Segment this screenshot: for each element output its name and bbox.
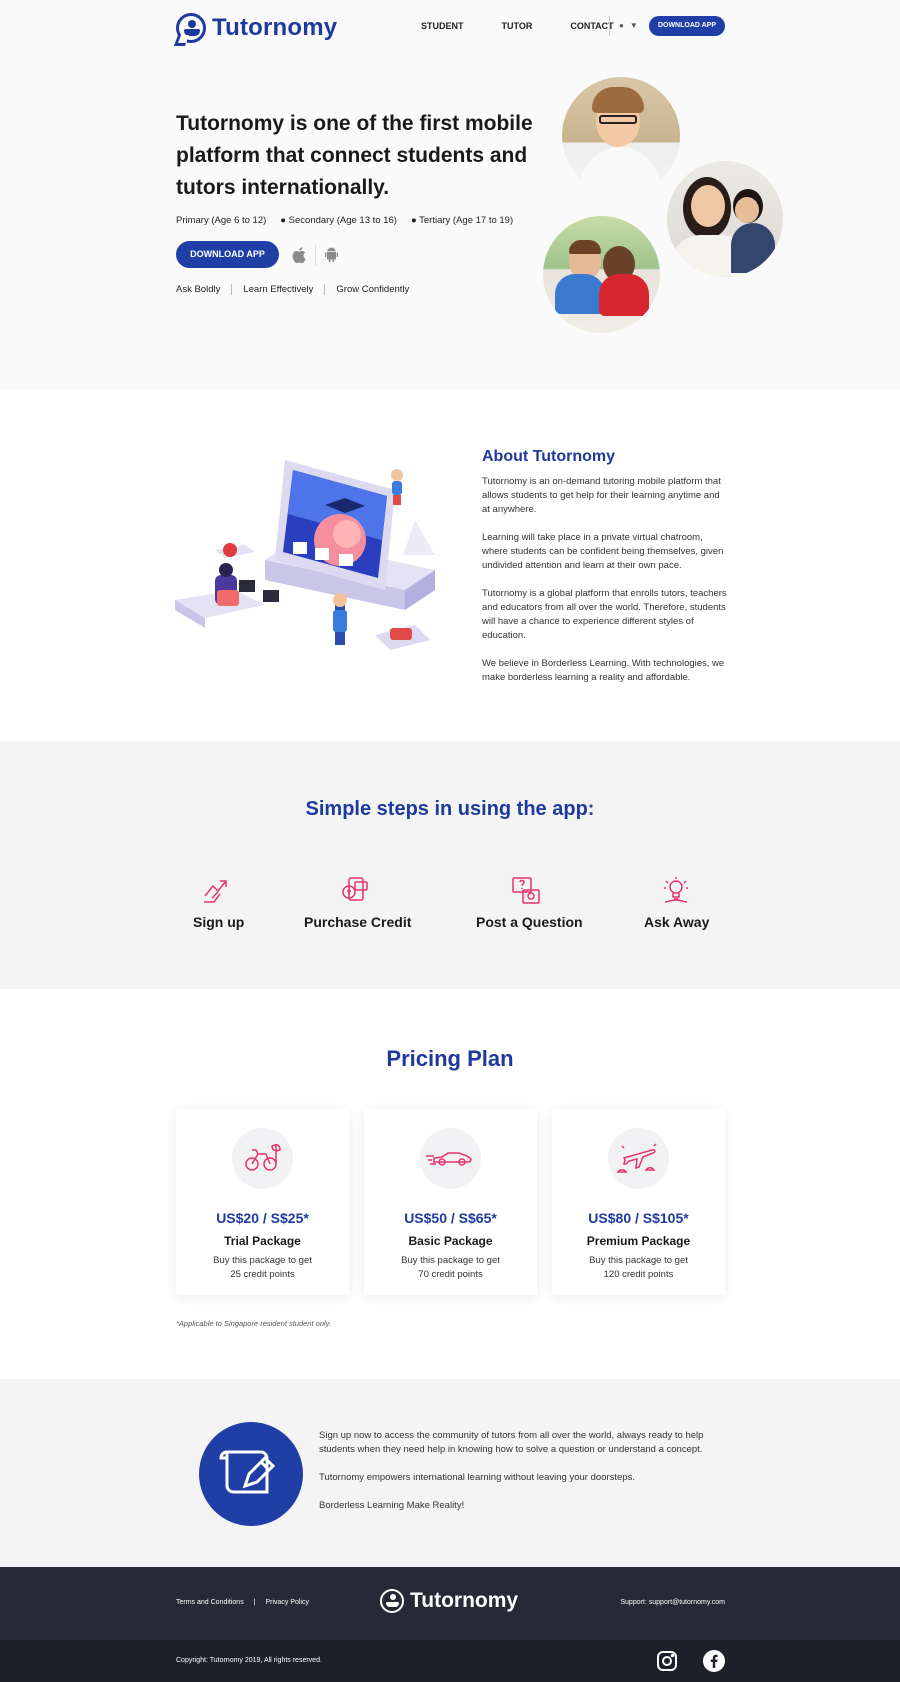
privacy-link[interactable]: Privacy Policy: [265, 1599, 309, 1606]
hero-section: Tutornomy is one of the first mobile pla…: [0, 0, 900, 390]
step-ask-away: Ask Away: [644, 876, 710, 930]
plan-price: US$50 / S$65*: [404, 1210, 497, 1226]
pricing-card-premium[interactable]: US$80 / S$105* Premium Package Buy this …: [552, 1109, 725, 1295]
footer-logo[interactable]: Tutornomy: [380, 1589, 518, 1613]
terms-link[interactable]: Terms and Conditions: [176, 1599, 244, 1606]
tagline-grow: Grow Confidently: [324, 284, 420, 295]
footer-logo-text: Tutornomy: [410, 1589, 519, 1612]
nav-download-button[interactable]: DOWNLOAD APP: [649, 16, 725, 36]
credit-icon: [340, 876, 370, 906]
about-paragraph: Learning will take place in a private vi…: [482, 532, 724, 571]
signup-icon: [202, 876, 232, 906]
cta-paragraph: Sign up now to access the community of t…: [319, 1430, 704, 1455]
nav-os-icons: ● ▼: [619, 21, 644, 30]
plan-name: Trial Package: [224, 1234, 301, 1248]
logo[interactable]: Tutornomy: [176, 13, 337, 43]
nav-divider: [609, 16, 610, 36]
plan-name: Premium Package: [586, 1234, 691, 1248]
pricing-card-basic[interactable]: US$50 / S$65* Basic Package Buy this pac…: [364, 1109, 537, 1295]
car-icon: [420, 1128, 481, 1189]
hero-taglines: Ask Boldly Learn Effectively Grow Confid…: [176, 284, 420, 295]
plan-desc-line: Buy this package to get: [213, 1255, 312, 1266]
student-photo-boy: [562, 77, 680, 195]
level-tertiary: ● Tertiary (Age 17 to 19): [410, 215, 514, 226]
plan-description: Buy this package to get 25 credit points: [176, 1254, 349, 1282]
about-paragraph: Tutornomy is an on-demand tutoring mobil…: [482, 476, 721, 515]
footer-bottom-bar: Copyright: Tutornomy 2019, All rights re…: [0, 1640, 900, 1682]
logo-text: Tutornomy: [212, 14, 338, 41]
signup-form-icon: [199, 1422, 303, 1526]
nav-link-student[interactable]: STUDENT: [421, 21, 464, 31]
level-primary: Primary (Age 6 to 12): [176, 215, 267, 226]
tutoring-illustration: [175, 460, 435, 650]
level-secondary: ● Secondary (Age 13 to 16): [280, 215, 397, 226]
student-photo-pair: [543, 216, 660, 333]
nav-android-icon[interactable]: ▼: [630, 21, 638, 30]
question-icon: [511, 876, 541, 906]
cta-text: Sign up now to access the community of t…: [319, 1429, 719, 1527]
plan-name: Basic Package: [408, 1234, 493, 1248]
apple-icon[interactable]: [292, 247, 306, 266]
step-purchase: Purchase Credit: [304, 876, 412, 930]
cta-section: Sign up now to access the community of t…: [0, 1379, 900, 1567]
plan-description: Buy this package to get 70 credit points: [364, 1254, 537, 1282]
cta-paragraph: Borderless Learning Make Reality!: [319, 1500, 465, 1511]
step-signup: Sign up: [193, 876, 245, 930]
about-paragraph: Tutornomy is a global platform that enro…: [482, 588, 727, 641]
facebook-icon[interactable]: [703, 1650, 725, 1672]
plan-desc-line: Buy this package to get: [589, 1255, 688, 1266]
tagline-learn: Learn Effectively: [231, 284, 324, 295]
step-label: Purchase Credit: [304, 914, 412, 930]
nav-link-contact[interactable]: CONTACT: [570, 21, 613, 31]
steps-section: Simple steps in using the app: Sign up P…: [0, 741, 900, 989]
pricing-title: Pricing Plan: [386, 1046, 514, 1071]
plan-desc-line: Buy this package to get: [401, 1255, 500, 1266]
top-nav: Tutornomy STUDENT TUTOR CONTACT ● ▼ DOWNL…: [0, 0, 900, 55]
about-text: Tutornomy is an on-demand tutoring mobil…: [482, 475, 727, 699]
step-label: Post a Question: [476, 914, 583, 930]
logo-icon: [176, 13, 206, 43]
footer-logo-icon: [380, 1589, 404, 1613]
nav-links: STUDENT TUTOR CONTACT: [421, 21, 652, 31]
os-divider: [315, 244, 316, 266]
footer-link-divider: |: [253, 1599, 256, 1606]
pricing-note: *Applicable to Singapore resident studen…: [176, 1319, 331, 1328]
age-levels: Primary (Age 6 to 12) ● Secondary (Age 1…: [176, 215, 527, 226]
lightbulb-icon: [661, 876, 691, 906]
plan-credits: 25 credit points: [230, 1269, 295, 1280]
footer: Terms and Conditions | Privacy Policy Tu…: [0, 1567, 900, 1640]
hero-download-button[interactable]: DOWNLOAD APP: [176, 241, 279, 268]
plan-credits: 120 credit points: [603, 1269, 674, 1280]
airplane-icon: [608, 1128, 669, 1189]
about-title: About Tutornomy: [482, 448, 616, 465]
step-label: Sign up: [193, 914, 245, 930]
bicycle-icon: [232, 1128, 293, 1189]
footer-links: Terms and Conditions | Privacy Policy: [176, 1599, 317, 1606]
pricing-section: Pricing Plan US$20 / S$25* Trial Package…: [0, 989, 900, 1379]
plan-description: Buy this package to get 120 credit point…: [552, 1254, 725, 1282]
plan-price: US$80 / S$105*: [588, 1210, 689, 1226]
plan-credits: 70 credit points: [418, 1269, 483, 1280]
instagram-icon[interactable]: [656, 1650, 678, 1672]
support-email[interactable]: Support: support@tutornomy.com: [620, 1599, 725, 1606]
about-section: About Tutornomy Tutornomy is an on-deman…: [0, 390, 900, 741]
pricing-card-trial[interactable]: US$20 / S$25* Trial Package Buy this pac…: [176, 1109, 349, 1295]
steps-title: Simple steps in using the app:: [305, 798, 595, 820]
android-icon[interactable]: [325, 247, 338, 265]
student-photo-girl: [667, 161, 783, 277]
cta-paragraph: Tutornomy empowers international learnin…: [319, 1472, 635, 1483]
step-post-question: Post a Question: [476, 876, 583, 930]
nav-apple-icon[interactable]: ●: [619, 21, 624, 30]
plan-price: US$20 / S$25*: [216, 1210, 309, 1226]
about-paragraph: We believe in Borderless Learning. With …: [482, 658, 725, 683]
tagline-ask: Ask Boldly: [176, 284, 221, 295]
copyright: Copyright: Tutornomy 2019, All rights re…: [176, 1657, 322, 1664]
nav-link-tutor[interactable]: TUTOR: [502, 21, 533, 31]
hero-title: Tutornomy is one of the first mobile pla…: [176, 112, 533, 199]
step-label: Ask Away: [644, 914, 710, 930]
